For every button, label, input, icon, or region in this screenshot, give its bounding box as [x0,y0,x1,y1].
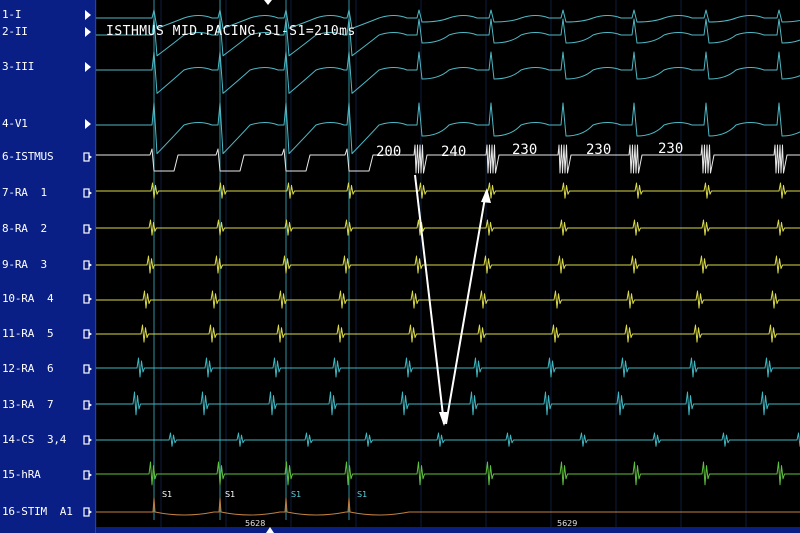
trace-channel-11 [96,357,800,378]
channel-label: 9-RA 3 [2,258,47,271]
stim-label-4: S1 [357,490,368,499]
trace-channel-8 [96,255,800,274]
channel-row-2[interactable]: 2-II [0,23,95,43]
channel-row-4[interactable]: 4-V1 [0,115,95,135]
channel-label: 7-RA 1 [2,186,47,199]
play-triangle-icon[interactable] [83,9,93,21]
interval-label-4: 230 [586,142,612,158]
channel-label: 2-II [2,25,28,38]
trace-canvas [96,0,800,527]
channel-sidebar: 1-I 2-II 3-III 4-V1 6-ISTMUS 7-RA 1 8-RA 2 9-RA… [0,0,96,533]
interval-label-3: 230 [512,142,538,158]
play-triangle-icon[interactable] [83,26,93,38]
electrode-icon[interactable] [83,293,93,305]
time-scrollbar[interactable] [96,527,800,533]
play-triangle-icon[interactable] [83,61,93,73]
channel-row-3[interactable]: 3-III [0,58,95,78]
channel-row-6[interactable]: 7-RA 1 [0,184,95,204]
electrode-icon[interactable] [83,223,93,235]
stim-label-3: S1 [291,490,302,499]
electrode-icon[interactable] [83,151,93,163]
trace-channel-14 [96,461,800,486]
interval-label-1: 200 [376,144,402,160]
arrow-up-line [445,191,487,425]
trace-channel-7 [96,219,800,236]
channel-row-7[interactable]: 8-RA 2 [0,220,95,240]
stim-label-1: S1 [162,490,173,499]
channel-row-8[interactable]: 9-RA 3 [0,256,95,276]
channel-label: 15-hRA [2,468,41,481]
channel-label: 6-ISTMUS [2,150,54,163]
electrode-icon[interactable] [83,434,93,446]
channel-row-9[interactable]: 10-RA 4 [0,290,95,310]
top-time-marker[interactable] [264,0,272,5]
electrode-icon[interactable] [83,469,93,481]
electrode-icon[interactable] [83,259,93,271]
channel-row-12[interactable]: 13-RA 7 [0,396,95,416]
channel-label: 10-RA 4 [2,292,54,305]
trace-channel-3 [96,51,800,94]
channel-row-15[interactable]: 16-STIM A1 [0,503,95,523]
channel-label: 3-III [2,60,35,73]
trace-channel-15 [96,497,800,516]
trace-display [96,0,800,533]
channel-label: 4-V1 [2,117,28,130]
channel-row-11[interactable]: 12-RA 6 [0,360,95,380]
electrode-icon[interactable] [83,506,93,518]
trace-channel-10 [96,324,800,343]
electrode-icon[interactable] [83,399,93,411]
channel-label: 1-I [2,8,22,21]
electrode-icon[interactable] [83,363,93,375]
channel-row-14[interactable]: 15-hRA [0,466,95,486]
channel-row-13[interactable]: 14-CS 3,4 [0,431,95,451]
channel-label: 16-STIM A1 [2,505,73,518]
trace-channel-9 [96,290,800,309]
electrode-icon[interactable] [83,328,93,340]
stim-label-2: S1 [225,490,236,499]
channel-label: 11-RA 5 [2,327,54,340]
play-triangle-icon[interactable] [83,118,93,130]
channel-label: 8-RA 2 [2,222,47,235]
channel-row-10[interactable]: 11-RA 5 [0,325,95,345]
trace-channel-6 [96,182,800,199]
channel-label: 12-RA 6 [2,362,54,375]
trace-channel-13 [96,432,800,447]
pacing-annotation: ISTHMUS MID.PACING,S1-S1=210ms [106,24,356,39]
interval-label-5: 230 [658,141,684,157]
interval-label-2: 240 [441,144,467,160]
channel-label: 13-RA 7 [2,398,54,411]
channel-label: 14-CS 3,4 [2,433,67,446]
channel-row-5[interactable]: 6-ISTMUS [0,148,95,168]
bottom-time-marker[interactable] [266,527,274,533]
electrode-icon[interactable] [83,187,93,199]
